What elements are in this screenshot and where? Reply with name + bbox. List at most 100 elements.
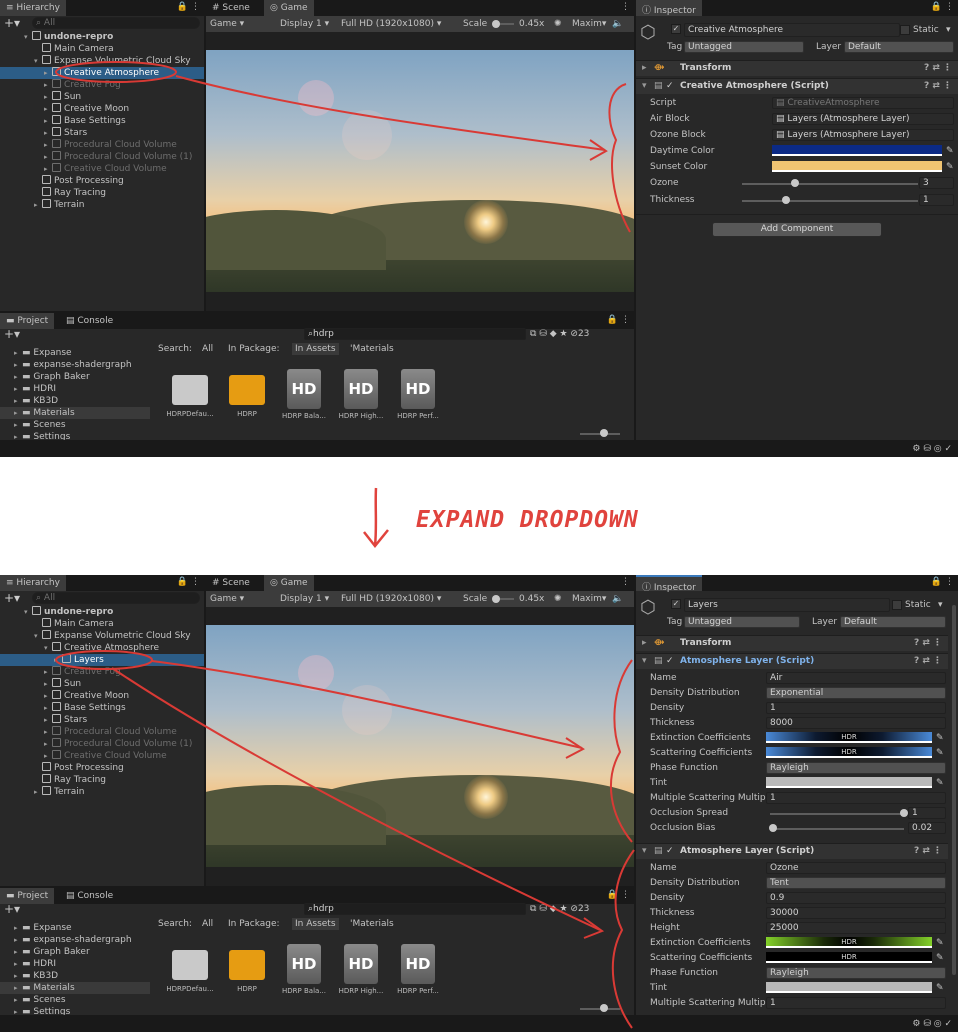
project-folder-item[interactable]: ▸ ▬ Scenes [0, 994, 150, 1006]
ozone-slider[interactable] [742, 183, 918, 185]
hdr-color-swatch[interactable]: HDR [766, 747, 932, 758]
layer-dropdown[interactable]: Default [840, 616, 946, 628]
lock-icon[interactable]: 🔒 ⋮ [177, 2, 200, 12]
asset-item[interactable]: HDRP [217, 944, 277, 993]
hdr-color-swatch[interactable]: HDR [766, 732, 932, 743]
foldout-arrow-icon[interactable]: ▸ [44, 79, 52, 91]
eyedropper-icon[interactable]: ✎ [936, 952, 944, 964]
project-folder-item[interactable]: ▸ ▬ KB3D [0, 395, 150, 407]
game-view[interactable] [206, 50, 634, 292]
maximize-dropdown[interactable]: Maxim▾ [572, 593, 606, 605]
tint-color-swatch[interactable] [766, 982, 932, 993]
asset-item[interactable]: HDRPDefau... [160, 369, 220, 418]
hierarchy-item[interactable]: ▾ Expanse Volumetric Cloud Sky [0, 55, 204, 67]
tab-inspector[interactable]: ⓘ Inspector [636, 0, 702, 16]
eyedropper-icon[interactable]: ✎ [936, 982, 944, 994]
slider-track[interactable] [770, 813, 904, 815]
lock-icon[interactable]: 🔒 ⋮ [177, 577, 200, 587]
hdr-color-swatch[interactable]: HDR [766, 937, 932, 948]
create-icon[interactable]: +▾ [4, 327, 20, 341]
zoom-slider-knob[interactable] [600, 429, 608, 437]
tab-scene[interactable]: # Scene [206, 0, 256, 16]
tab-inspector[interactable]: ⓘ Inspector [636, 575, 702, 593]
lock-icon[interactable]: 🔒 ⋮ [931, 577, 954, 587]
tab-console[interactable]: ▤ Console [60, 888, 119, 904]
inspector-scrollbar[interactable] [952, 605, 956, 975]
static-dropdown-icon[interactable]: ▾ [938, 599, 943, 611]
foldout-arrow-icon[interactable]: ▸ [44, 103, 52, 115]
scale-slider-knob[interactable] [492, 20, 500, 28]
hierarchy-item[interactable]: ▸ Creative Atmosphere [0, 67, 204, 79]
resolution-dropdown[interactable]: Full HD (1920x1080) ▾ [341, 593, 441, 605]
dropdown-field[interactable]: Rayleigh [766, 967, 946, 979]
foldout-arrow-icon[interactable]: ▸ [44, 750, 52, 762]
project-folder-item[interactable]: ▸ ▬ Settings [0, 431, 150, 440]
foldout-arrow-icon[interactable]: ▸ [34, 786, 42, 798]
foldout-arrow-icon[interactable]: ▸ [44, 67, 52, 79]
hierarchy-item[interactable]: ▸ Creative Fog [0, 79, 204, 91]
project-folder-item[interactable]: ▸ ▬ Materials [0, 982, 150, 994]
hierarchy-item[interactable]: ▸ Creative Cloud Volume [0, 163, 204, 175]
game-view[interactable] [206, 625, 634, 867]
tab-game[interactable]: ◎ Game [264, 575, 314, 591]
object-name-field[interactable]: Creative Atmosphere [684, 23, 900, 37]
eyedropper-icon[interactable]: ✎ [936, 937, 944, 949]
eyedropper-icon[interactable]: ✎ [946, 161, 954, 173]
foldout-arrow-icon[interactable]: ▸ [14, 383, 22, 395]
foldout-arrow-icon[interactable]: ▸ [14, 431, 22, 440]
foldout-arrow-icon[interactable]: ▸ [14, 958, 22, 970]
foldout-arrow-icon[interactable]: ▾ [24, 606, 32, 618]
audio-icon[interactable]: 🔈 [612, 593, 623, 605]
project-folder-item[interactable]: ▸ ▬ Graph Baker [0, 946, 150, 958]
foldout-arrow-icon[interactable]: ▸ [14, 359, 22, 371]
script-header[interactable]: ▾ ▤ ✓ Creative Atmosphere (Script) ? ⇄ ⋮ [636, 78, 958, 94]
scale-slider-knob[interactable] [492, 595, 500, 603]
display-dropdown[interactable]: Display 1 ▾ [280, 18, 329, 30]
game-mode-dropdown[interactable]: Game ▾ [210, 593, 244, 605]
sunset-color-swatch[interactable] [772, 161, 942, 172]
static-checkbox[interactable] [900, 25, 910, 35]
hierarchy-item[interactable]: ▸ Terrain [0, 199, 204, 211]
hierarchy-item[interactable]: ▸ Creative Fog [0, 666, 204, 678]
project-search-input[interactable]: ⌕hdrp [304, 903, 526, 915]
hierarchy-item[interactable]: Main Camera [0, 618, 204, 630]
hierarchy-item[interactable]: Post Processing [0, 762, 204, 774]
tab-menu-icon[interactable]: ⋮ [621, 2, 630, 12]
dropdown-field[interactable]: Rayleigh [766, 762, 946, 774]
hierarchy-item[interactable]: ▸ Stars [0, 127, 204, 139]
foldout-arrow-icon[interactable]: ▸ [44, 163, 52, 175]
project-toolbar-icons[interactable]: ⧉ ⛁ ◆ ★ ⊘23 [530, 903, 589, 915]
value-field[interactable]: 0.02 [908, 822, 946, 834]
bug-icon[interactable]: ✺ [554, 593, 562, 605]
value-field[interactable]: Ozone [766, 862, 946, 874]
asset-item[interactable]: HD HDRP Perf... [388, 944, 448, 995]
project-folder-item[interactable]: ▸ ▬ KB3D [0, 970, 150, 982]
zoom-slider-knob[interactable] [600, 1004, 608, 1012]
eyedropper-icon[interactable]: ✎ [936, 777, 944, 789]
eyedropper-icon[interactable]: ✎ [936, 732, 944, 744]
foldout-arrow-icon[interactable]: ▾ [34, 55, 42, 67]
asset-item[interactable]: HD HDRP High... [331, 369, 391, 420]
asset-item[interactable]: HD HDRP Bala... [274, 369, 334, 420]
static-checkbox[interactable] [892, 600, 902, 610]
value-field[interactable]: 30000 [766, 907, 946, 919]
layer2-header[interactable]: ▾ ▤ ✓ Atmosphere Layer (Script) ? ⇄ ⋮ [636, 843, 948, 859]
project-folder-item[interactable]: ▸ ▬ Scenes [0, 419, 150, 431]
dropdown-field[interactable]: Tent [766, 877, 946, 889]
foldout-arrow-icon[interactable]: ▸ [14, 407, 22, 419]
asset-item[interactable]: HD HDRP Bala... [274, 944, 334, 995]
project-folder-item[interactable]: ▸ ▬ Graph Baker [0, 371, 150, 383]
hierarchy-item[interactable]: ▸ Procedural Cloud Volume [0, 139, 204, 151]
script-enabled-checkbox[interactable]: ✓ [666, 81, 674, 91]
value-field[interactable]: 1 [908, 807, 946, 819]
daytime-color-swatch[interactable] [772, 145, 942, 156]
hierarchy-item[interactable]: ▸ Terrain [0, 786, 204, 798]
slider-track[interactable] [770, 828, 904, 830]
value-field[interactable]: 1 [766, 997, 946, 1009]
foldout-arrow-icon[interactable]: ▸ [44, 139, 52, 151]
foldout-arrow-icon[interactable]: ▸ [14, 419, 22, 431]
project-folder-item[interactable]: ▸ ▬ Expanse [0, 922, 150, 934]
hierarchy-item[interactable]: Post Processing [0, 175, 204, 187]
project-folder-item[interactable]: ▸ ▬ HDRI [0, 958, 150, 970]
foldout-arrow-icon[interactable]: ▾ [44, 642, 52, 654]
